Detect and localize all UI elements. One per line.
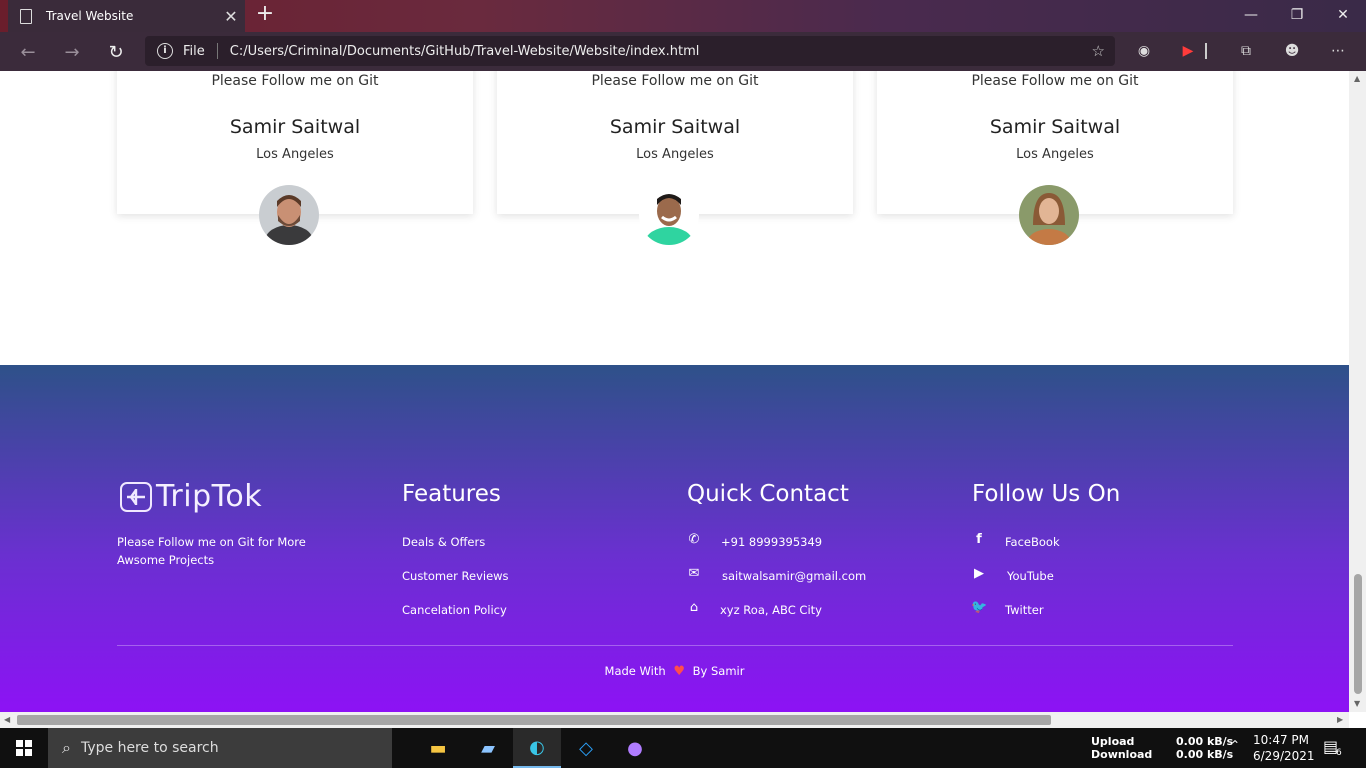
browser-tab[interactable]: Travel Website ✕ <box>8 0 245 32</box>
avatar <box>1019 185 1079 245</box>
address-scheme: File <box>183 43 205 59</box>
network-labels: Upload Download <box>1091 735 1152 761</box>
footer-link-cancelation[interactable]: Cancelation Policy <box>402 603 507 617</box>
network-values: 0.00 kB/s 0.00 kB/s <box>1176 735 1233 761</box>
browser-toolbar: ← → ↻ i File C:/Users/Criminal/Documents… <box>0 32 1366 71</box>
horizontal-scrollbar[interactable]: ◀ ▶ <box>0 712 1349 728</box>
info-icon[interactable]: i <box>157 43 173 59</box>
upload-label: Upload <box>1091 735 1135 748</box>
footer-credit: Made With ♥ By Samir <box>0 664 1349 679</box>
avatar <box>259 185 319 245</box>
footer-link-reviews[interactable]: Customer Reviews <box>402 569 509 583</box>
heart-icon: ♥ <box>673 664 685 679</box>
search-icon: ⌕ <box>62 738 71 757</box>
footer-about-text: Please Follow me on Git for More Awsome … <box>117 535 306 567</box>
testimonial-name: Samir Saitwal <box>229 116 361 138</box>
contact-phone[interactable]: +91 8999395349 <box>721 535 822 549</box>
download-label: Download <box>1091 748 1153 761</box>
close-window-button[interactable]: ✕ <box>1320 0 1366 30</box>
horizontal-scroll-thumb[interactable] <box>17 715 1051 725</box>
media-extension-icon[interactable]: ▶ <box>1177 40 1199 62</box>
airplane-icon <box>120 481 152 512</box>
more-menu-icon[interactable]: ⋯ <box>1327 40 1349 62</box>
logo-text: TripTok <box>156 479 263 514</box>
phone-icon: ✆ <box>688 532 700 547</box>
add-favorite-icon[interactable]: ☆ <box>1092 42 1105 60</box>
extension-icon[interactable]: ◉ <box>1133 40 1155 62</box>
scroll-up-arrow[interactable]: ▲ <box>1354 74 1360 83</box>
site-logo[interactable]: TripTok <box>120 479 262 514</box>
features-heading: Features <box>402 481 501 507</box>
social-heading: Follow Us On <box>972 481 1121 507</box>
tab-title: Travel Website <box>46 9 134 23</box>
scroll-right-arrow[interactable]: ▶ <box>1337 715 1343 724</box>
download-value: 0.00 kB/s <box>1176 748 1234 761</box>
facebook-icon[interactable]: f <box>971 532 987 547</box>
refresh-button[interactable]: ↻ <box>102 38 130 66</box>
github-desktop-icon[interactable]: ● <box>611 728 659 768</box>
testimonial-text: Please Follow me on Git <box>211 73 379 89</box>
clock-time: 10:47 PM <box>1253 733 1309 747</box>
start-button[interactable] <box>0 728 48 768</box>
home-icon: ⌂ <box>689 600 699 615</box>
chevron-up-icon[interactable]: ⌃ <box>1230 738 1240 752</box>
desktop-app-icon[interactable]: ▰ <box>464 728 512 768</box>
footer-divider <box>117 645 1233 646</box>
new-tab-button[interactable]: + <box>253 3 277 27</box>
system-clock[interactable]: 10:47 PM 6/29/2021 <box>1253 732 1315 764</box>
testimonial-city: Los Angeles <box>1016 147 1094 162</box>
twitter-icon[interactable]: 🐦 <box>971 600 987 615</box>
vscode-icon[interactable]: ◇ <box>562 728 610 768</box>
testimonial-text: Please Follow me on Git <box>591 73 759 89</box>
youtube-icon[interactable]: ▶ <box>971 566 987 581</box>
site-footer: TripTok Please Follow me on Git for More… <box>0 365 1349 712</box>
close-tab-icon[interactable]: ✕ <box>217 7 245 26</box>
vertical-scrollbar[interactable]: ▲ ▼ <box>1349 71 1366 712</box>
forward-button[interactable]: → <box>58 38 86 66</box>
restore-button[interactable]: ❐ <box>1274 0 1320 30</box>
testimonial-text: Please Follow me on Git <box>971 73 1139 89</box>
windows-logo-icon <box>16 740 32 756</box>
search-placeholder: Type here to search <box>80 740 219 756</box>
contact-heading: Quick Contact <box>687 481 849 507</box>
vertical-scroll-thumb[interactable] <box>1354 574 1362 694</box>
profile-avatar-icon[interactable]: ☻ <box>1281 40 1303 62</box>
scroll-down-arrow[interactable]: ▼ <box>1354 699 1360 708</box>
avatar <box>639 185 699 245</box>
window-controls: — ❐ ✕ <box>1228 0 1366 32</box>
taskbar-search-box[interactable]: ⌕ Type here to search <box>48 728 392 768</box>
testimonial-city: Los Angeles <box>256 147 334 162</box>
social-link-facebook[interactable]: FaceBook <box>1005 535 1060 549</box>
social-link-twitter[interactable]: Twitter <box>1005 603 1044 617</box>
credit-suffix: By Samir <box>692 664 745 678</box>
clock-date: 6/29/2021 <box>1253 749 1315 763</box>
social-link-youtube[interactable]: YouTube <box>1007 569 1054 583</box>
collections-icon[interactable]: ⧉ <box>1235 40 1257 62</box>
browser-tab-bar: Travel Website ✕ + — ❐ ✕ <box>0 0 1366 32</box>
scroll-left-arrow[interactable]: ◀ <box>4 715 10 724</box>
address-separator <box>216 43 218 59</box>
contact-email[interactable]: saitwalsamir@gmail.com <box>722 569 866 583</box>
web-page: Please Follow me on Git Samir Saitwal Lo… <box>0 71 1349 712</box>
credit-prefix: Made With <box>604 664 666 678</box>
footer-link-deals[interactable]: Deals & Offers <box>402 535 485 549</box>
testimonial-name: Samir Saitwal <box>609 116 741 138</box>
back-button[interactable]: ← <box>14 38 42 66</box>
contact-address: xyz Roa, ABC City <box>720 603 822 617</box>
edge-browser-icon[interactable]: ◐ <box>513 728 561 768</box>
testimonial-city: Los Angeles <box>636 147 714 162</box>
notification-count: 6 <box>1336 748 1342 758</box>
envelope-icon: ✉ <box>688 566 700 581</box>
address-bar[interactable]: i File C:/Users/Criminal/Documents/GitHu… <box>145 36 1115 66</box>
file-explorer-icon[interactable]: ▬ <box>414 728 462 768</box>
toolbar-divider <box>1205 43 1207 59</box>
testimonial-name: Samir Saitwal <box>989 116 1121 138</box>
minimize-button[interactable]: — <box>1228 0 1274 30</box>
page-icon <box>20 8 32 24</box>
windows-taskbar: ⌕ Type here to search ▬ ▰ ◐ ◇ ● Upload D… <box>0 728 1366 768</box>
upload-value: 0.00 kB/s <box>1176 735 1234 748</box>
url-text[interactable]: C:/Users/Criminal/Documents/GitHub/Trave… <box>230 44 700 59</box>
